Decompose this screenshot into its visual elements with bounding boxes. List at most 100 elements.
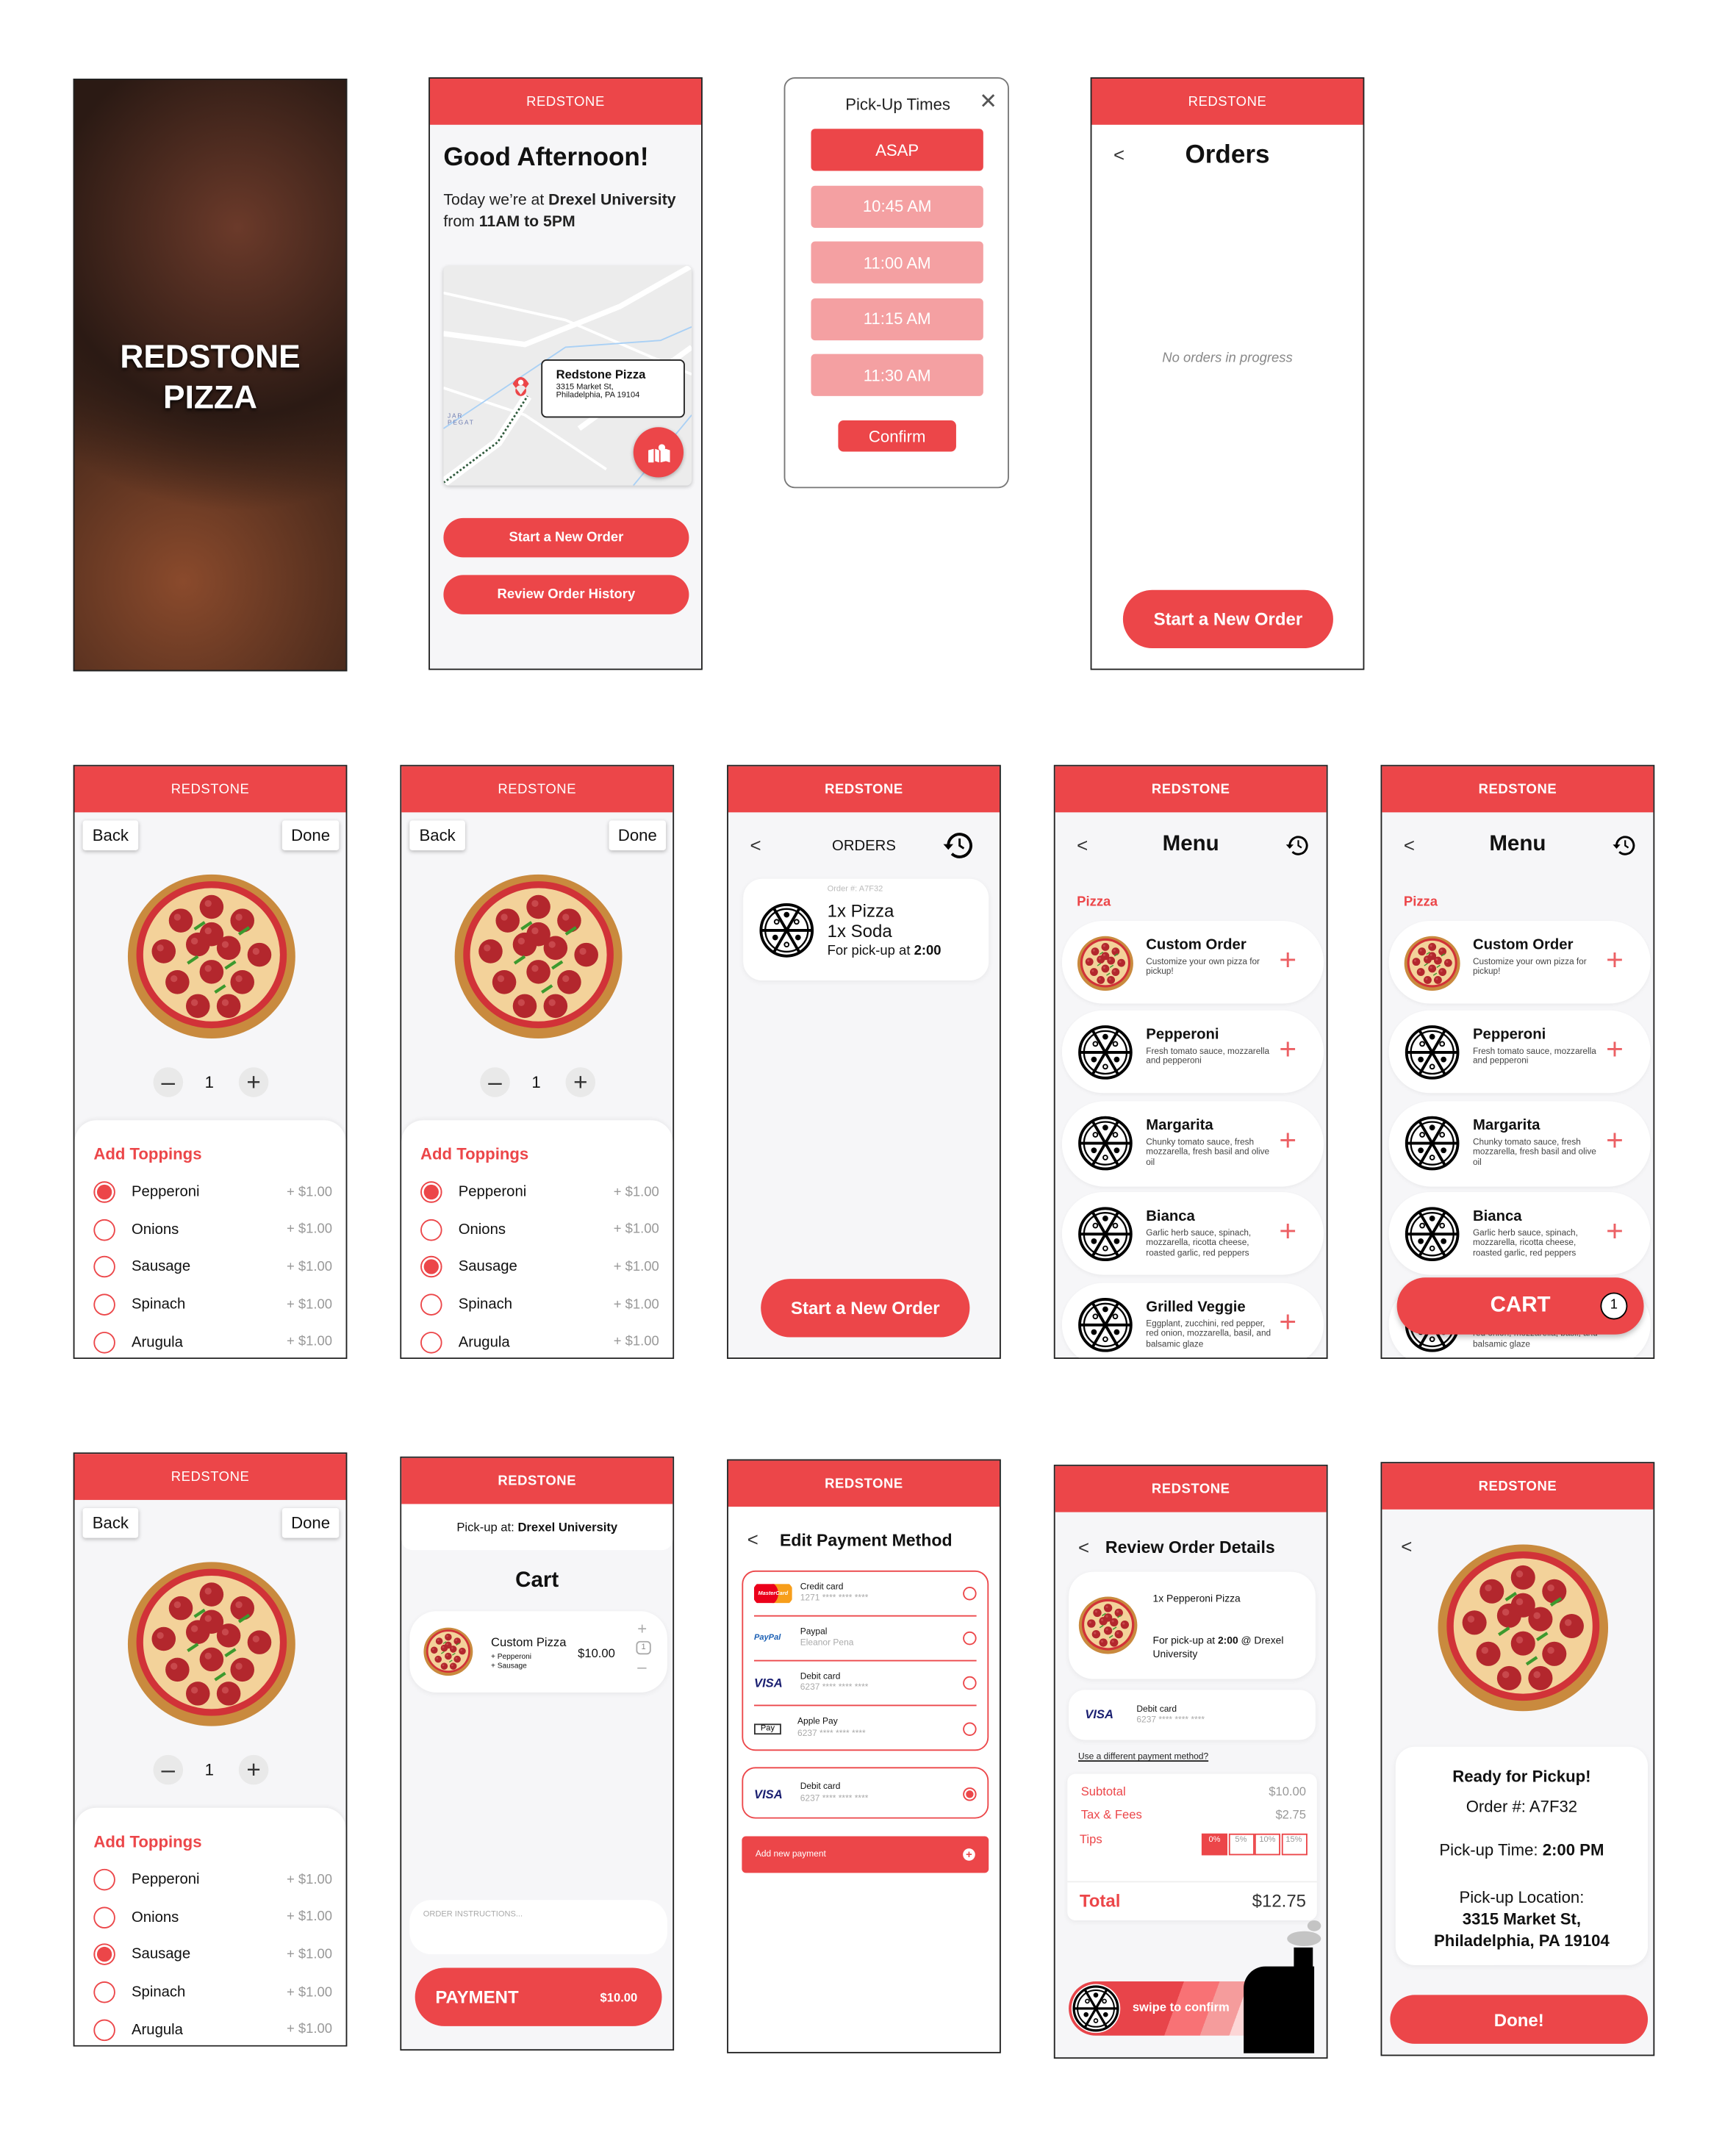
start-new-order-button[interactable]: Start a New Order [443,517,689,558]
cart-button[interactable]: CART 1 [1396,1277,1644,1335]
time-option[interactable]: 11:15 AM [811,298,983,340]
topping-radio[interactable] [420,1219,442,1241]
start-new-order-button[interactable]: Start a New Order [761,1279,970,1338]
increase-quantity-button[interactable]: + [637,1619,647,1638]
add-item-plus-icon[interactable]: + [1279,1125,1296,1156]
time-option[interactable]: 11:00 AM [811,241,983,284]
topping-option[interactable]: Arugula + $1.00 [420,1331,659,1354]
different-payment-link[interactable]: Use a different payment method? [1078,1752,1208,1762]
done-button[interactable]: Done [281,820,340,851]
topping-radio[interactable] [93,1219,115,1241]
map-fab-button[interactable] [633,427,684,478]
topping-radio[interactable] [93,1981,115,2003]
topping-option[interactable]: Spinach + $1.00 [420,1293,659,1316]
payment-radio[interactable] [963,1631,977,1646]
add-item-plus-icon[interactable]: + [1606,1125,1624,1156]
topping-radio-selected[interactable] [420,1181,442,1203]
history-icon[interactable] [1284,833,1310,858]
payment-button[interactable]: PAYMENT $10.00 [415,1967,662,2026]
back-chevron-icon[interactable]: < [1401,1535,1412,1557]
menu-item[interactable]: Custom Order Customize your own pizza fo… [1061,920,1324,1004]
close-icon[interactable]: ✕ [979,88,997,115]
topping-option[interactable]: Pepperoni + $1.00 [93,1181,332,1203]
topping-radio[interactable] [93,1293,115,1316]
topping-option[interactable]: Sausage + $1.00 [93,1256,332,1278]
confirm-button[interactable]: Confirm [838,420,956,452]
add-item-plus-icon[interactable]: + [1279,944,1296,975]
topping-option[interactable]: Spinach + $1.00 [93,1981,332,2003]
topping-radio[interactable] [93,1906,115,1928]
add-item-plus-icon[interactable]: + [1606,944,1624,975]
topping-radio[interactable] [93,1868,115,1891]
done-button[interactable]: Done [609,820,667,851]
add-item-plus-icon[interactable]: + [1279,1307,1296,1338]
decrease-quantity-button[interactable]: – [153,1067,184,1097]
topping-option[interactable]: Onions + $1.00 [93,1219,332,1241]
payment-radio-selected[interactable] [963,1787,977,1801]
payment-method-row[interactable]: VISA Debit card 6237 **** **** **** [753,1661,977,1707]
topping-radio[interactable] [420,1331,442,1354]
done-button[interactable]: Done [281,1507,340,1538]
topping-radio[interactable] [420,1293,442,1316]
add-item-plus-icon[interactable]: + [1606,1034,1624,1065]
topping-option[interactable]: Spinach + $1.00 [93,1293,332,1316]
order-instructions-input[interactable]: ORDER INSTRUCTIONS... [409,1900,667,1955]
add-new-payment-button[interactable]: Add new payment + [742,1836,989,1873]
menu-item[interactable]: Grilled Veggie Eggplant, zucchini, red p… [1061,1282,1324,1358]
topping-option[interactable]: Arugula + $1.00 [93,1331,332,1354]
payment-method-row[interactable]: PayPal Paypal Eleanor Pena [753,1617,977,1662]
topping-option[interactable]: Arugula + $1.00 [93,2019,332,2041]
topping-option[interactable]: Sausage + $1.00 [93,1944,332,1966]
topping-radio-selected[interactable] [93,1944,115,1966]
decrease-quantity-button[interactable]: – [480,1067,510,1097]
topping-option[interactable]: Pepperoni + $1.00 [420,1181,659,1203]
topping-option[interactable]: Sausage + $1.00 [420,1256,659,1278]
back-button[interactable]: Back [82,820,139,851]
payment-radio[interactable] [963,1587,977,1601]
menu-item[interactable]: Pepperoni Fresh tomato sauce, mozzarella… [1388,1010,1651,1094]
back-button[interactable]: Back [409,820,465,851]
back-button[interactable]: Back [82,1507,139,1538]
done-button[interactable]: Done! [1390,1995,1649,2044]
menu-item[interactable]: Bianca Garlic herb sauce, spinach, mozza… [1388,1192,1651,1275]
increase-quantity-button[interactable]: + [565,1067,596,1097]
selected-payment-card[interactable]: VISA Debit card 6237 **** **** **** [742,1767,989,1819]
payment-card[interactable]: VISA Debit card 6237 **** **** **** [1069,1690,1316,1740]
menu-item[interactable]: Pepperoni Fresh tomato sauce, mozzarella… [1061,1010,1324,1094]
payment-method-row[interactable]: MasterCard Credit card 1271 **** **** **** [753,1572,977,1617]
tip-option[interactable]: 15% [1280,1833,1307,1856]
topping-radio-selected[interactable] [93,1181,115,1203]
back-chevron-icon[interactable]: < [1078,1537,1089,1559]
topping-option[interactable]: Onions + $1.00 [420,1219,659,1241]
topping-radio[interactable] [93,1256,115,1278]
menu-item[interactable]: Margarita Chunky tomato sauce, fresh moz… [1061,1101,1324,1187]
increase-quantity-button[interactable]: + [238,1754,269,1785]
history-icon[interactable] [1611,833,1637,858]
decrease-quantity-button[interactable]: – [637,1657,646,1676]
decrease-quantity-button[interactable]: – [153,1754,184,1785]
payment-method-row[interactable]: Pay Apple Pay 6237 **** **** **** [753,1706,977,1751]
payment-radio[interactable] [963,1676,977,1690]
add-item-plus-icon[interactable]: + [1606,1216,1624,1246]
payment-radio[interactable] [963,1721,977,1736]
increase-quantity-button[interactable]: + [238,1067,269,1097]
menu-item[interactable]: Custom Order Customize your own pizza fo… [1388,920,1651,1004]
menu-item[interactable]: Bianca Garlic herb sauce, spinach, mozza… [1061,1192,1324,1275]
topping-option[interactable]: Onions + $1.00 [93,1906,332,1928]
topping-radio[interactable] [93,1331,115,1354]
menu-item[interactable]: Margarita Chunky tomato sauce, fresh moz… [1388,1101,1651,1187]
back-chevron-icon[interactable]: < [747,1529,758,1551]
review-order-history-button[interactable]: Review Order History [443,575,689,614]
add-item-plus-icon[interactable]: + [1279,1216,1296,1246]
tip-option[interactable]: 5% [1227,1833,1254,1856]
topping-radio[interactable] [93,2019,115,2041]
topping-option[interactable]: Pepperoni + $1.00 [93,1868,332,1891]
pizza-outline-icon[interactable] [1071,1984,1121,2034]
time-option[interactable]: 10:45 AM [811,184,983,228]
map[interactable]: JAR PEGAT Redstone Pizza 3315 Market St, … [443,265,692,486]
cart-item[interactable]: Custom Pizza + Pepperoni + Sausage $10.0… [409,1611,667,1693]
swipe-to-confirm-slider[interactable]: swipe to confirm [1069,1981,1259,2036]
topping-radio-selected[interactable] [420,1256,442,1278]
tip-option-selected[interactable]: 0% [1201,1833,1227,1856]
order-card[interactable]: Order #: A7F32 1x Pizza 1x Soda For pick… [743,878,989,981]
